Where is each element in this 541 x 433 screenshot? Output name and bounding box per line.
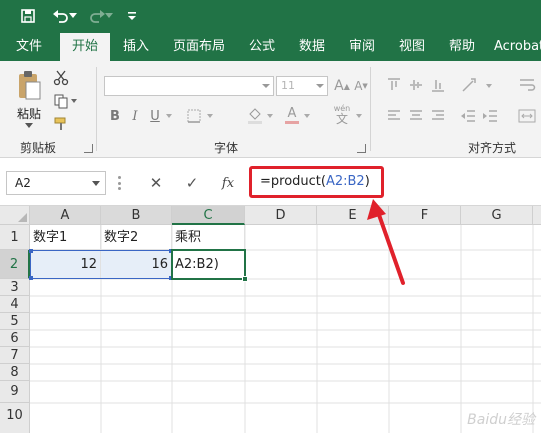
annotation-arrow-icon — [367, 199, 405, 285]
